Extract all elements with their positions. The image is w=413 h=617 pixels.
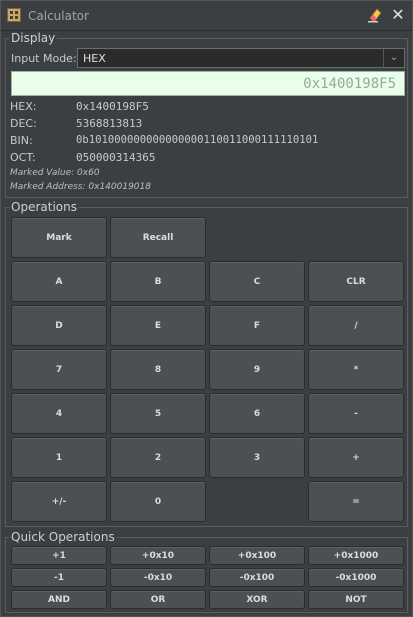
key-d-button[interactable]: D [11, 305, 107, 346]
input-mode-value: HEX [83, 52, 106, 65]
key-label: E [154, 321, 162, 331]
operations-legend: Operations [9, 200, 79, 214]
close-icon[interactable]: ✕ [390, 6, 406, 24]
key-label: - [354, 409, 358, 419]
key-label: -0x100 [239, 573, 275, 583]
key-a-button[interactable]: A [11, 261, 107, 302]
key-5-button[interactable]: 5 [110, 393, 206, 434]
minus-0x100-button[interactable]: -0x100 [209, 568, 305, 587]
key-label: / [354, 321, 358, 331]
and-button[interactable]: AND [11, 590, 107, 609]
window-title: Calculator [28, 9, 89, 23]
key-2-button[interactable]: 2 [110, 437, 206, 478]
quick-operations-legend: Quick Operations [9, 530, 117, 544]
display-legend: Display [9, 31, 58, 45]
calculator-icon [7, 8, 21, 22]
dec-value: 5368813813 [76, 117, 143, 130]
plus-0x100-button[interactable]: +0x100 [209, 546, 305, 565]
input-mode-select[interactable]: HEX ⌄ [77, 48, 405, 68]
xor-button[interactable]: XOR [209, 590, 305, 609]
key-7-button[interactable]: 7 [11, 349, 107, 390]
key-8-button[interactable]: 8 [110, 349, 206, 390]
key-label: 9 [253, 365, 261, 375]
calculator-window: Calculator ✕ Display Input Mode: HEX ⌄ 0… [0, 0, 413, 617]
marked-value: Marked Value: 0x60 [10, 168, 100, 178]
equals-button[interactable]: = [308, 481, 404, 522]
oct-label: OCT: [10, 151, 36, 164]
key-label: B [154, 277, 162, 287]
display-value: 0x1400198F5 [303, 76, 396, 92]
negate-button[interactable]: +/- [11, 481, 107, 522]
key-label: AND [48, 595, 70, 605]
key-label: CLR [346, 277, 366, 287]
key-1-button[interactable]: 1 [11, 437, 107, 478]
or-button[interactable]: OR [110, 590, 206, 609]
key-label: A [55, 277, 63, 287]
minus-1-button[interactable]: -1 [11, 568, 107, 587]
plus-1-button[interactable]: +1 [11, 546, 107, 565]
key-label: * [353, 365, 359, 375]
key-label: C [253, 277, 261, 287]
key-label: NOT [345, 595, 367, 605]
key-label: 3 [253, 453, 261, 463]
key-label: 1 [55, 453, 63, 463]
key-label: XOR [246, 595, 268, 605]
mark-button-label: Mark [46, 233, 72, 243]
key-0-button[interactable]: 0 [110, 481, 206, 522]
minus-0x10-button[interactable]: -0x10 [110, 568, 206, 587]
dec-label: DEC: [10, 117, 37, 130]
key-label: OR [150, 595, 166, 605]
key-label: 2 [154, 453, 162, 463]
key-3-button[interactable]: 3 [209, 437, 305, 478]
key-b-button[interactable]: B [110, 261, 206, 302]
subtract-button[interactable]: - [308, 393, 404, 434]
key-9-button[interactable]: 9 [209, 349, 305, 390]
key-label: 8 [154, 365, 162, 375]
key-label: +0x1000 [333, 551, 379, 561]
hex-value: 0x1400198F5 [76, 100, 149, 113]
chevron-down-icon[interactable]: ⌄ [383, 49, 404, 67]
recall-button[interactable]: Recall [110, 217, 206, 258]
key-label: -1 [54, 573, 64, 583]
value-display: 0x1400198F5 [11, 71, 405, 96]
plus-0x1000-button[interactable]: +0x1000 [308, 546, 404, 565]
key-label: +1 [52, 551, 66, 561]
bin-value: 0b101000000000000000110011000111110101 [76, 134, 319, 146]
bin-label: BIN: [10, 134, 33, 147]
key-e-button[interactable]: E [110, 305, 206, 346]
key-label: -0x1000 [335, 573, 377, 583]
key-6-button[interactable]: 6 [209, 393, 305, 434]
key-label: = [352, 497, 360, 507]
hex-label: HEX: [10, 100, 37, 113]
clear-button[interactable]: CLR [308, 261, 404, 302]
key-label: D [55, 321, 63, 331]
marked-address: Marked Address: 0x140019018 [10, 182, 151, 192]
minus-0x1000-button[interactable]: -0x1000 [308, 568, 404, 587]
title-bar: Calculator ✕ [1, 1, 412, 31]
key-label: +/- [51, 497, 67, 507]
key-label: +0x100 [237, 551, 277, 561]
recall-button-label: Recall [142, 233, 174, 243]
add-button[interactable]: + [308, 437, 404, 478]
key-c-button[interactable]: C [209, 261, 305, 302]
key-label: 5 [154, 409, 162, 419]
input-mode-label: Input Mode: [11, 52, 77, 65]
key-4-button[interactable]: 4 [11, 393, 107, 434]
key-label: -0x10 [143, 573, 173, 583]
key-label: F [253, 321, 261, 331]
mark-button[interactable]: Mark [11, 217, 107, 258]
key-label: 0 [154, 497, 162, 507]
key-label: +0x10 [141, 551, 175, 561]
key-f-button[interactable]: F [209, 305, 305, 346]
key-label: + [352, 453, 360, 463]
eraser-icon[interactable] [367, 7, 383, 23]
key-label: 4 [55, 409, 63, 419]
key-label: 7 [55, 365, 63, 375]
key-label: 6 [253, 409, 261, 419]
divide-button[interactable]: / [308, 305, 404, 346]
oct-value: 050000314365 [76, 151, 156, 164]
multiply-button[interactable]: * [308, 349, 404, 390]
plus-0x10-button[interactable]: +0x10 [110, 546, 206, 565]
not-button[interactable]: NOT [308, 590, 404, 609]
